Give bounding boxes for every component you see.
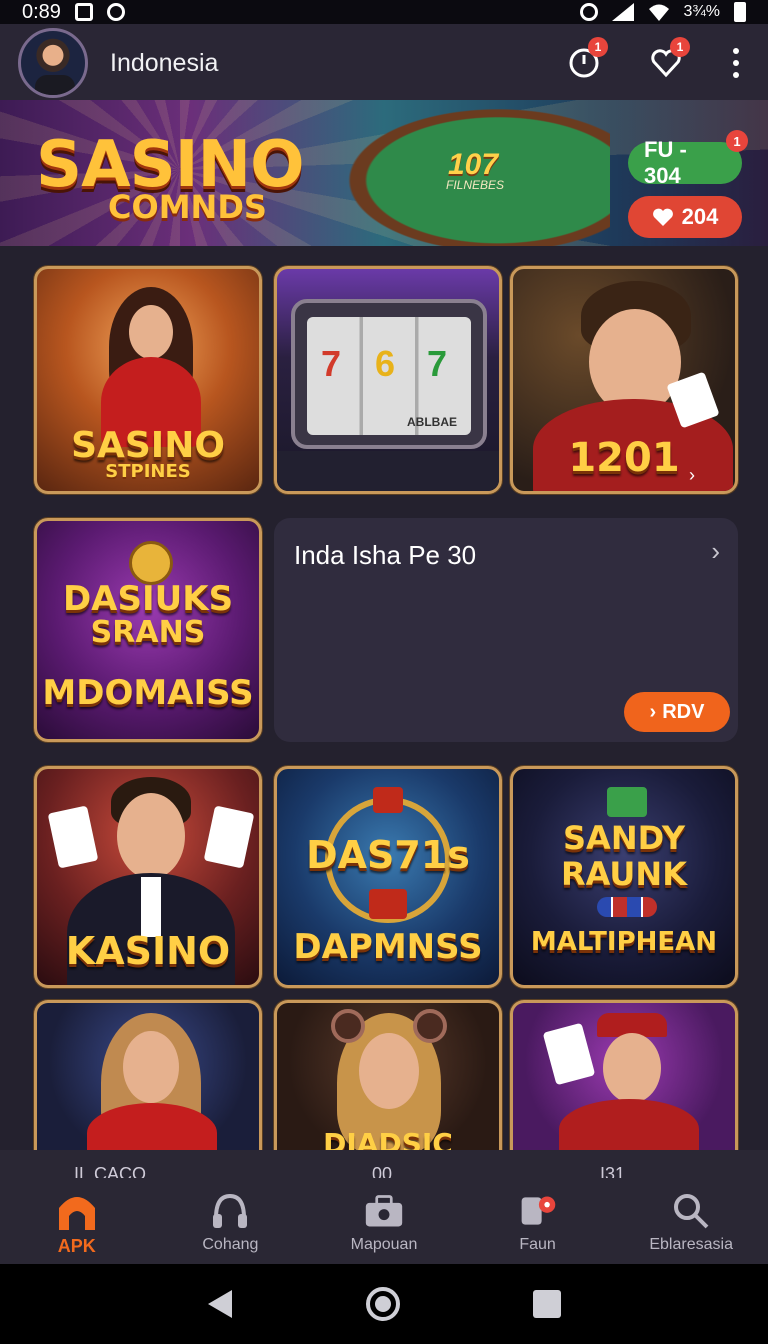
status-bar: 0:89 3¾% — [0, 0, 768, 24]
tab-label: APK — [57, 1236, 96, 1256]
tile-caption: DIADSIC — [323, 1127, 453, 1150]
tile-caption: DASIUKS — [62, 579, 234, 619]
status-time: 0:89 — [22, 0, 61, 23]
reel-symbol: 7 — [321, 343, 342, 384]
game-tile[interactable]: 7 6 7 ABLBAE — [274, 266, 502, 494]
chevron-right-icon: › — [689, 465, 695, 485]
game-tile[interactable]: SANDY RAUNK MALTIPHEAN — [510, 766, 738, 988]
top-app-bar: Indonesia 1 1 — [0, 24, 768, 102]
promo-button-label: RDV — [662, 700, 705, 723]
battery-percent: 3¾% — [683, 3, 720, 20]
tile-subcaption: DAPMNSS — [293, 927, 483, 967]
promo-title: Inda Isha Pe 30 — [294, 540, 477, 570]
game-tile[interactable] — [510, 1000, 738, 1150]
tab-cohang[interactable]: Cohang — [154, 1178, 308, 1266]
poker-table-image: 107 FILNEBES — [330, 100, 610, 246]
promo-banner[interactable]: SASINO COMNDS 107 FILNEBES FU - 304 1 20… — [0, 100, 768, 246]
table-number: 107 — [448, 148, 499, 181]
fu-score-badge: 1 — [726, 130, 748, 152]
chevron-right-icon[interactable]: › — [711, 536, 720, 567]
page-title: Indonesia — [110, 48, 219, 77]
alert-badge: 1 — [670, 37, 690, 57]
signal-icon — [611, 3, 634, 21]
fu-score-label: FU - 304 — [644, 137, 687, 188]
tab-label: Eblaresasia — [649, 1236, 733, 1253]
tile-subcaption: STPINES — [105, 461, 191, 482]
notification-badge: 1 — [588, 37, 608, 57]
tab-mapouan[interactable]: Mapouan — [307, 1178, 461, 1266]
sim-icon — [74, 3, 93, 21]
chat-icon — [518, 1192, 558, 1230]
tab-label: Cohang — [202, 1236, 259, 1253]
fu-score-pill[interactable]: FU - 304 1 — [628, 130, 748, 188]
promo-card[interactable]: Inda Isha Pe 30 › › RDV — [274, 518, 738, 742]
tab-label: Faun — [519, 1236, 556, 1253]
tab-search[interactable]: Eblaresasia — [614, 1178, 768, 1266]
bottom-tab-bar: APK Cohang Mapouan Faun Eblaresasia — [0, 1178, 768, 1266]
tab-apk[interactable]: APK — [0, 1178, 154, 1266]
notification-button[interactable]: 1 — [566, 37, 608, 81]
tile-subcaption: RAUNK — [561, 855, 687, 893]
battery-icon — [734, 2, 746, 22]
home-icon[interactable] — [365, 1286, 401, 1322]
back-icon[interactable] — [206, 1288, 234, 1320]
banner-logo-sub: COMNDS — [108, 188, 267, 226]
game-tile[interactable]: KASINO — [34, 766, 262, 988]
tab-faun[interactable]: Faun — [461, 1178, 615, 1266]
tile-caption: SASINO — [71, 425, 225, 466]
tile-subcaption: SRANS — [90, 615, 206, 650]
game-tile[interactable] — [34, 1000, 262, 1150]
tile-bottom-caption: MALTIPHEAN — [530, 927, 718, 957]
grid-footer: IL.CACO 00 I31 — [0, 1150, 768, 1184]
vibrate-icon — [579, 3, 598, 21]
tile-caption: DAS71s — [306, 833, 470, 877]
game-tile[interactable]: DAS71s DAPMNSS — [274, 766, 502, 988]
chevron-right-icon: › — [649, 700, 657, 723]
alert-button[interactable]: 1 — [648, 37, 690, 81]
promo-action-button[interactable]: › RDV — [624, 692, 730, 732]
system-nav-bar — [0, 1264, 768, 1344]
tile-bottom-caption: MDOMAISS — [42, 673, 254, 713]
tile-caption: SANDY — [563, 819, 685, 857]
more-menu-icon[interactable] — [730, 48, 742, 78]
app-notification-icon — [106, 3, 125, 21]
search-icon — [671, 1192, 711, 1230]
game-tile[interactable]: DASIUKS SRANS MDOMAISS — [34, 518, 262, 742]
headphones-icon — [210, 1192, 250, 1230]
tile-caption: 1201 — [568, 435, 680, 481]
reel-symbol: 7 — [427, 343, 448, 384]
game-tile[interactable]: 1201 › — [510, 266, 738, 494]
likes-pill[interactable]: 204 — [628, 196, 742, 238]
briefcase-icon — [364, 1192, 404, 1230]
likes-count: 204 — [681, 204, 719, 229]
heart-icon — [652, 208, 673, 226]
game-tile[interactable]: SASINO STPINES — [34, 266, 262, 494]
avatar[interactable] — [18, 28, 88, 98]
tab-label: Mapouan — [350, 1236, 418, 1253]
wifi-icon — [648, 4, 669, 21]
reel-symbol: 6 — [375, 343, 396, 384]
recents-icon[interactable] — [532, 1289, 562, 1319]
game-tile[interactable]: DIADSIC — [274, 1000, 502, 1150]
home-arch-icon — [57, 1192, 97, 1230]
tile-caption: KASINO — [65, 929, 231, 973]
machine-label: ABLBAE — [407, 415, 457, 429]
table-subtitle: FILNEBES — [446, 178, 505, 192]
